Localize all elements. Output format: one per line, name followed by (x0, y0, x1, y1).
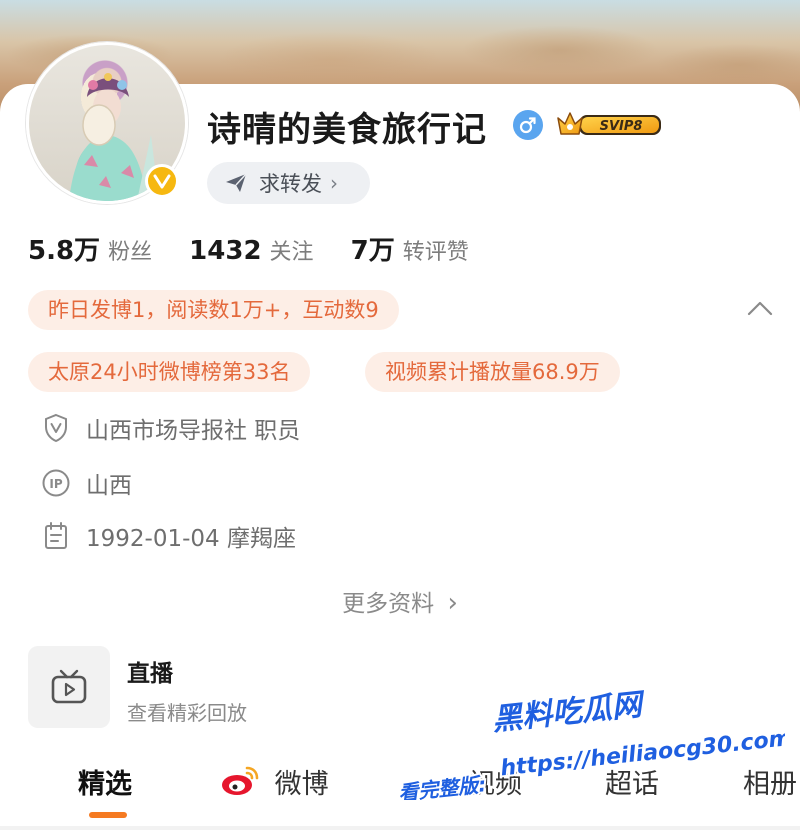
live-subtitle: 查看精彩回放 (127, 701, 247, 725)
divider (0, 826, 800, 830)
tab-active-indicator (89, 812, 127, 818)
ranking-pill[interactable]: 太原24小时微博榜第33名 (28, 352, 311, 392)
chevron-right-icon: › (447, 588, 458, 618)
stat-following[interactable]: 1432 关注 (189, 234, 313, 266)
live-entry-button[interactable] (28, 646, 110, 728)
chevron-up-icon[interactable] (746, 298, 774, 318)
ip-location-text: 山西 (86, 473, 132, 499)
more-info-label: 更多资料 (342, 591, 435, 617)
stat-label: 关注 (269, 240, 314, 265)
watermark-title: 黑料吃瓜网 (491, 687, 648, 738)
watermark-prefix: 看完整版: (397, 772, 487, 800)
stat-label: 粉丝 (108, 240, 153, 265)
tab-weibo-label: 微博 (274, 769, 329, 800)
stat-interactions[interactable]: 7万 转评赞 (351, 230, 469, 267)
stat-value: 5.8万 (28, 236, 101, 266)
svg-text:IP: IP (49, 477, 62, 491)
info-birthday: 1992-01-04 摩羯座 (40, 518, 296, 554)
stat-value: 7万 (350, 236, 395, 266)
svip-label: SVIP8 (600, 119, 643, 134)
profile-stats: 5.8万 粉丝 1432 关注 7万 转评赞 (28, 230, 501, 266)
profile-name: 诗晴的美食旅行记 (207, 110, 487, 150)
ip-location-icon: IP (40, 467, 72, 499)
verified-badge-icon (145, 164, 179, 198)
stat-value: 1432 (189, 236, 262, 266)
stat-label: 转评赞 (402, 240, 469, 265)
tab-featured[interactable]: 精选 (78, 762, 132, 801)
male-icon (513, 110, 543, 140)
live-title[interactable]: 直播 (127, 654, 173, 688)
info-employer: 山西市场导报社 职员 (40, 410, 300, 446)
stat-followers[interactable]: 5.8万 粉丝 (28, 230, 152, 267)
birthday-text: 1992-01-04 摩羯座 (86, 526, 296, 552)
employer-text: 山西市场导报社 职员 (86, 418, 301, 444)
repost-label: 求转发 (259, 172, 322, 196)
watermark-overlay: 黑料吃瓜网 看完整版: https://heiliaocg30.com (395, 685, 785, 800)
svip-badge[interactable]: SVIP8 (555, 108, 665, 140)
watermark-url: https://heiliaocg30.com (499, 726, 785, 781)
tab-weibo[interactable]: 微博 (220, 762, 329, 801)
activity-summary-pill[interactable]: 昨日发博1，阅读数1万+，互动数9 (28, 290, 399, 330)
calendar-icon (40, 520, 72, 552)
shield-verified-icon (40, 412, 72, 444)
info-ip-location: IP 山西 (40, 465, 132, 501)
send-icon (226, 173, 247, 192)
chevron-right-icon: › (330, 171, 338, 195)
repost-request-button[interactable]: 求转发 › (207, 162, 370, 204)
more-info-link[interactable]: 更多资料 › (0, 584, 800, 618)
video-plays-pill[interactable]: 视频累计播放量68.9万 (365, 352, 620, 392)
weibo-logo-icon (222, 766, 259, 795)
tv-play-icon (51, 669, 87, 704)
